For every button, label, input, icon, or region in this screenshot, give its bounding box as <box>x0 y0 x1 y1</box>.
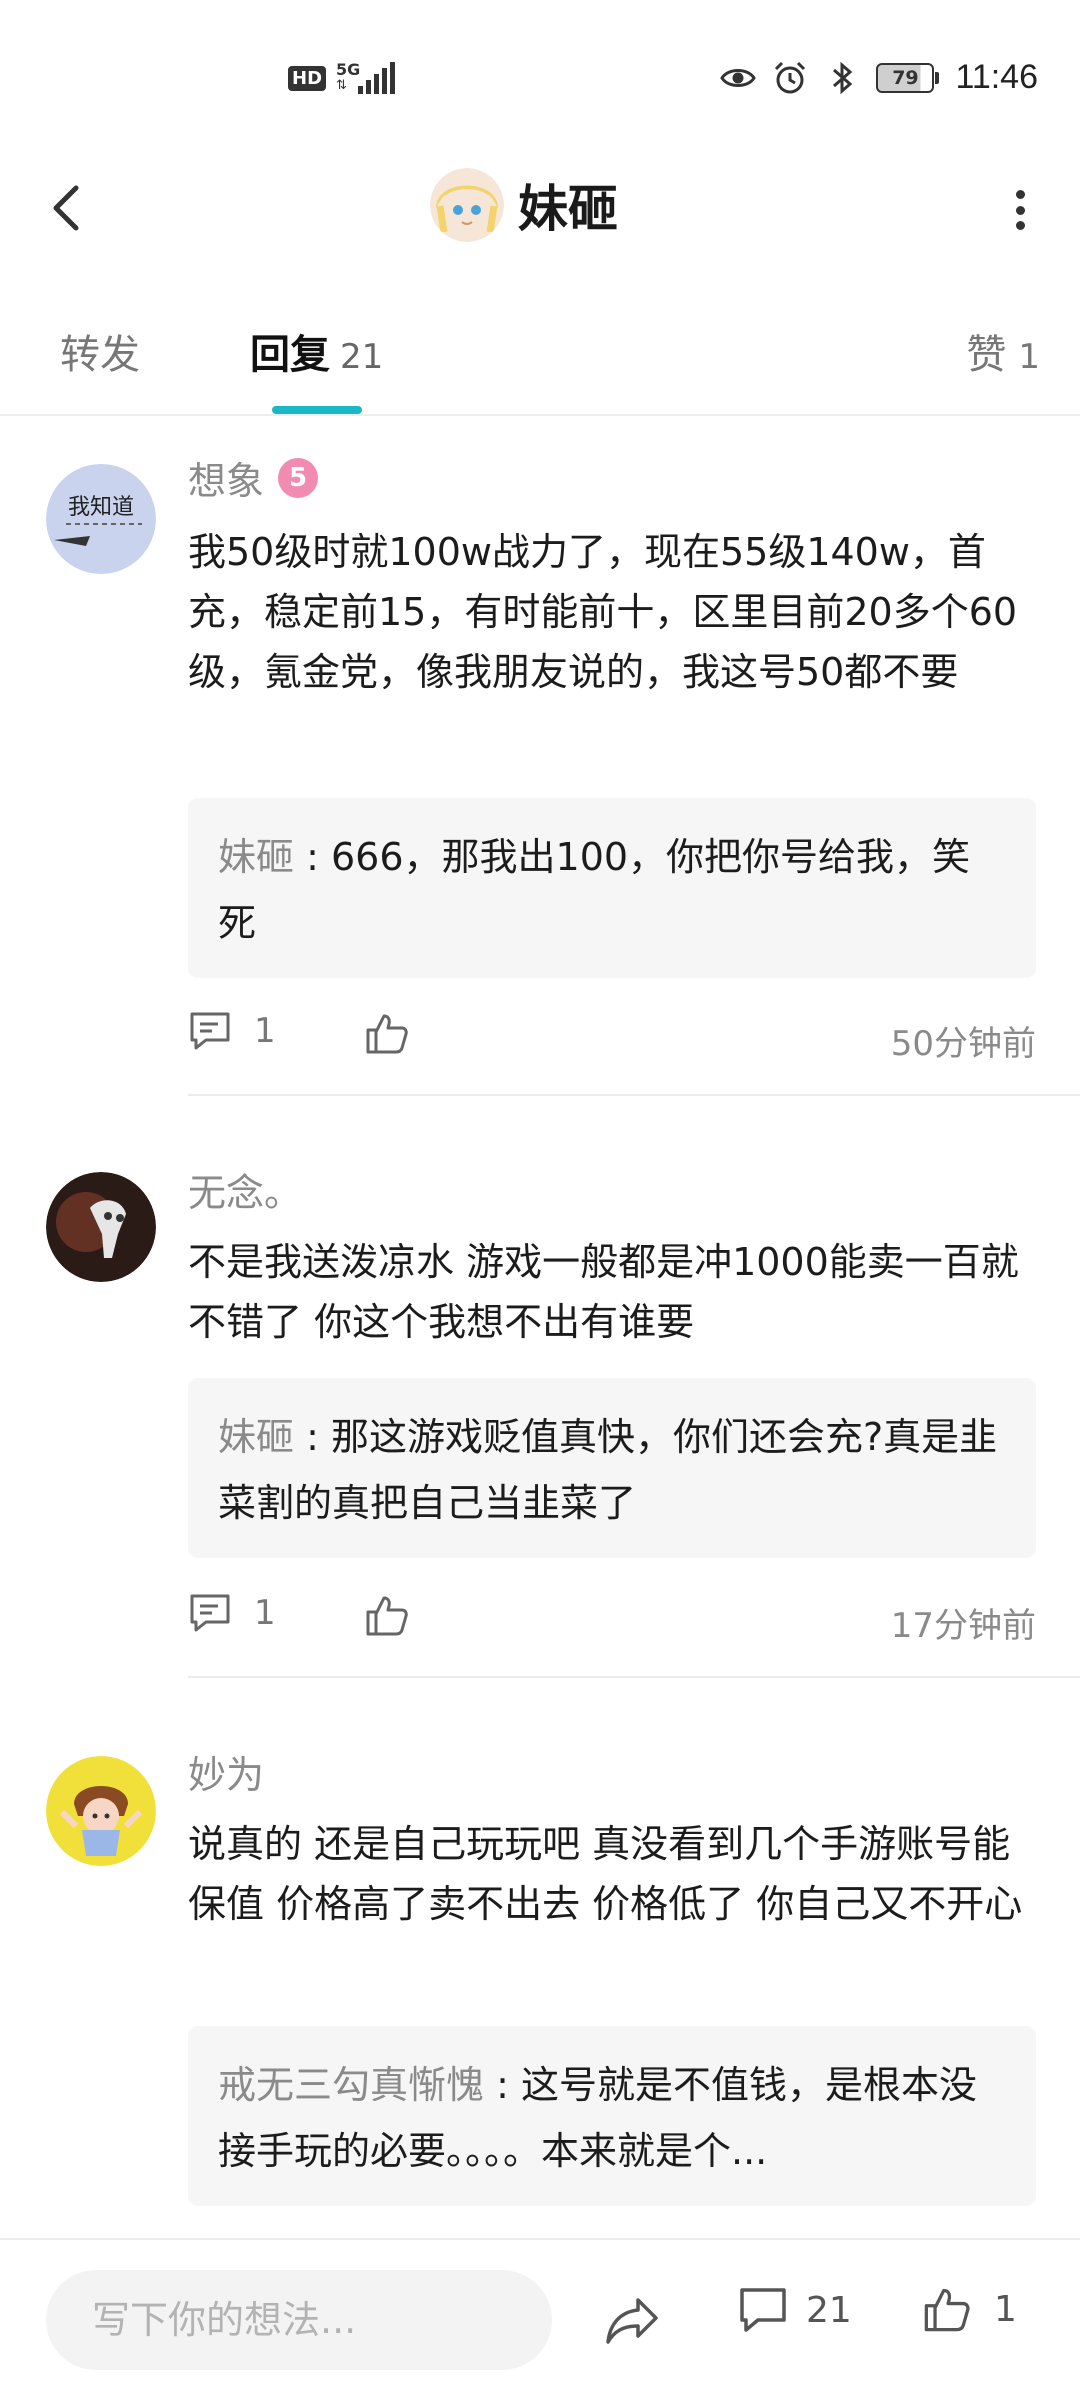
tab-like[interactable]: 赞1 <box>966 322 1040 380</box>
sub-reply-colon: : <box>294 835 331 879</box>
header: 妹砸 <box>0 150 1080 270</box>
title-area[interactable]: 妹砸 <box>430 168 618 242</box>
status-left: HD 5G ⇅ <box>288 60 404 96</box>
avatar[interactable] <box>46 1756 156 1866</box>
avatar[interactable]: 我知道 <box>46 464 156 574</box>
comment-item: 无念。 不是我送泼凉水 游戏一般都是冲1000能卖一百就不错了 你这个我想不出有… <box>0 1162 1080 1682</box>
tab-like-count: 1 <box>1018 337 1040 377</box>
reply-count: 1 <box>254 1011 276 1051</box>
comment-icon <box>190 1012 230 1050</box>
avatar-text: 我知道 <box>68 495 134 520</box>
level-badge: 5 <box>278 457 319 498</box>
reply-button[interactable]: 1 <box>188 1010 276 1052</box>
status-right: 79 11:46 <box>720 58 1038 97</box>
tab-forward-label: 转发 <box>60 332 140 378</box>
comment-text: 我50级时就100w战力了，现在55级140w，首充，稳定前15，有时能前十，区… <box>188 530 1018 694</box>
sub-reply-text: 666，那我出100，你把你号给我，笑死 <box>218 835 971 945</box>
reply-count: 1 <box>254 1593 276 1633</box>
bottom-bar: 写下你的想法... 21 1 <box>0 2238 1080 2402</box>
network-type: 5G <box>336 60 361 79</box>
comment-item: 我知道 想象 5 我50级时就100w战力了，现在55级140w，首充，稳定前1… <box>0 450 1080 1090</box>
author-avatar[interactable] <box>430 168 504 242</box>
clock: 11:46 <box>955 58 1038 96</box>
sub-reply-author[interactable]: 戒无三勾真惭愧 <box>218 2063 484 2107</box>
comment-username[interactable]: 无念。 <box>188 1162 302 1217</box>
thumbs-up-icon[interactable] <box>364 1592 410 1638</box>
tab-forward[interactable]: 转发 <box>60 322 140 380</box>
sub-reply-text: 那这游戏贬值真快，你们还会充?真是韭菜割的真把自己当韭菜了 <box>218 1415 998 1525</box>
divider <box>188 1094 1080 1096</box>
divider <box>188 1676 1080 1678</box>
thumbs-up-icon <box>924 2288 970 2332</box>
username-text: 想象 <box>188 459 265 503</box>
eye-comfort-icon <box>720 68 757 87</box>
comment-input[interactable]: 写下你的想法... <box>46 2270 552 2370</box>
alarm-icon <box>775 61 806 93</box>
status-bar: HD 5G ⇅ 79 11:46 <box>0 0 1080 150</box>
username-text: 妙为 <box>188 1753 265 1797</box>
like-button[interactable]: 1 <box>922 2284 1017 2334</box>
comment-text: 说真的 还是自己玩玩吧 真没看到几个手游账号能保值 价格高了卖不出去 价格低了 … <box>188 1822 1023 1926</box>
comments-button[interactable]: 21 <box>738 2286 852 2334</box>
page-title: 妹砸 <box>518 180 618 238</box>
battery-level: 79 <box>892 66 919 89</box>
hd-indicator: HD <box>288 65 327 91</box>
sub-reply[interactable]: 妹砸 : 那这游戏贬值真快，你们还会充?真是韭菜割的真把自己当韭菜了 <box>188 1378 1036 1558</box>
like-count: 1 <box>994 2288 1017 2330</box>
data-arrows-icon: ⇅ <box>336 78 347 93</box>
comment-time: 50分钟前 <box>890 1024 1036 1064</box>
tab-reply-label: 回复 <box>250 332 330 378</box>
sub-reply-author[interactable]: 妹砸 <box>218 835 294 879</box>
cellular-signal-icon: 5G ⇅ <box>336 60 404 96</box>
thumbs-up-icon[interactable] <box>364 1010 410 1056</box>
tab-like-label: 赞 <box>966 332 1007 378</box>
sub-reply-colon: : <box>294 1415 331 1459</box>
active-tab-indicator <box>272 406 362 414</box>
comment-text: 不是我送泼凉水 游戏一般都是冲1000能卖一百就不错了 你这个我想不出有谁要 <box>188 1240 1019 1344</box>
reply-button[interactable]: 1 <box>188 1592 276 1634</box>
comment-actions: 1 17分钟前 <box>188 1592 1036 1648</box>
comment-item: 妙为 说真的 还是自己玩玩吧 真没看到几个手游账号能保值 价格高了卖不出去 价格… <box>0 1744 1080 2214</box>
comment-icon <box>190 1594 230 1632</box>
avatar[interactable] <box>46 1172 156 1282</box>
comment-username[interactable]: 妙为 <box>188 1744 264 1799</box>
sub-reply-author[interactable]: 妹砸 <box>218 1415 294 1459</box>
sub-reply[interactable]: 戒无三勾真惭愧 : 这号就是不值钱，是根本没接手玩的必要。。。。本来就是个... <box>188 2026 1036 2206</box>
tab-reply[interactable]: 回复 21 <box>250 322 383 380</box>
bluetooth-icon <box>833 61 853 94</box>
comment-time: 17分钟前 <box>890 1606 1036 1646</box>
username-text: 无念。 <box>188 1171 303 1215</box>
comment-count: 21 <box>806 2289 852 2331</box>
tab-bar: 转发 回复 21 赞1 <box>0 300 1080 416</box>
more-options-icon[interactable] <box>1000 182 1040 238</box>
comment-username[interactable]: 想象 5 <box>188 450 319 505</box>
back-arrow-icon[interactable] <box>40 178 94 238</box>
share-icon[interactable] <box>602 2290 662 2350</box>
sub-reply[interactable]: 妹砸 : 666，那我出100，你把你号给我，笑死 <box>188 798 1036 978</box>
comment-actions: 1 50分钟前 <box>188 1010 1036 1066</box>
comment-icon <box>740 2288 786 2332</box>
battery-icon: 79 <box>876 62 940 93</box>
input-placeholder: 写下你的想法... <box>92 2298 357 2342</box>
tab-reply-count: 21 <box>340 337 384 377</box>
sub-reply-colon: : <box>484 2063 521 2107</box>
